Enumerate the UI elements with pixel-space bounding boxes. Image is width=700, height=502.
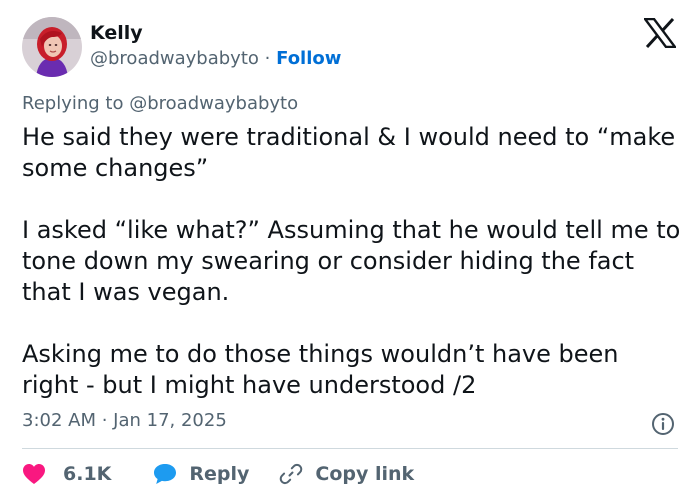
tweet-paragraph: He said they were traditional & I would … xyxy=(22,123,676,182)
author-handle[interactable]: @broadwaybabyto xyxy=(90,48,259,69)
separator-dot: · xyxy=(264,48,271,69)
author-name[interactable]: Kelly xyxy=(90,22,143,44)
copy-link-label: Copy link xyxy=(315,463,415,485)
reply-context-mention[interactable]: @broadwaybabyto xyxy=(129,93,298,114)
reply-context: Replying to @broadwaybabyto xyxy=(22,93,298,114)
speech-bubble-icon xyxy=(154,464,177,484)
heart-icon xyxy=(23,464,45,484)
reply-context-prefix: Replying to xyxy=(22,93,124,114)
tweet-card: Kelly @broadwaybabyto · Follow Replying … xyxy=(0,0,700,502)
link-icon xyxy=(280,463,303,485)
tweet-paragraph: I asked “like what?” Assuming that he wo… xyxy=(22,216,681,306)
x-logo-icon[interactable] xyxy=(642,17,678,49)
author-handle-row: @broadwaybabyto · Follow xyxy=(90,48,341,69)
like-count: 6.1K xyxy=(63,463,112,485)
reply-button[interactable]: Reply xyxy=(153,463,249,485)
copy-link-button[interactable]: Copy link xyxy=(279,462,414,486)
like-button[interactable]: 6.1K xyxy=(22,463,111,485)
info-icon[interactable] xyxy=(651,412,675,436)
tweet-paragraph: Asking me to do those things wouldn’t ha… xyxy=(22,340,619,399)
tweet-text: He said they were traditional & I would … xyxy=(22,122,682,401)
tweet-timestamp[interactable]: 3:02 AM · Jan 17, 2025 xyxy=(22,410,227,431)
divider xyxy=(22,448,678,449)
reply-label: Reply xyxy=(189,463,250,485)
follow-button[interactable]: Follow xyxy=(276,48,341,69)
action-bar: 6.1K Reply Copy link xyxy=(22,460,414,488)
avatar[interactable] xyxy=(22,17,82,77)
